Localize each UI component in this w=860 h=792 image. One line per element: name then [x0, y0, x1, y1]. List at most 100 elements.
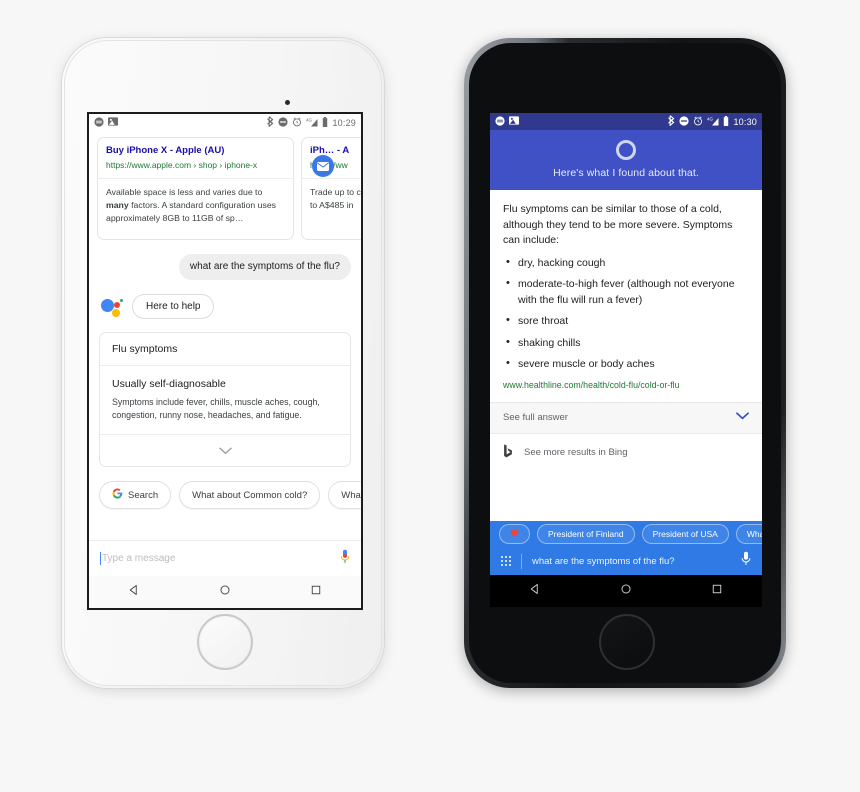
cortana-answer-screen: Here's what I found about that. Flu symp… — [490, 130, 762, 607]
battery-icon — [723, 115, 729, 128]
home-button[interactable] — [197, 614, 253, 670]
list-item: sore throat — [503, 313, 749, 330]
right-status-bar: 4G 10:30 — [490, 113, 762, 130]
see-full-answer-label: See full answer — [503, 412, 568, 423]
do-not-disturb-icon — [278, 116, 289, 129]
chip-president-usa[interactable]: President of USA — [641, 524, 729, 544]
white-iphone-device: 4G 10:29 Buy iPhone X - Apple (AU) https… — [62, 38, 384, 688]
user-message-row: what are the symptoms of the flu? — [89, 240, 361, 280]
svg-text:4G: 4G — [306, 117, 313, 122]
knowledge-panel-heading: Flu symptoms — [100, 333, 350, 366]
left-status-bar: 4G 10:29 — [89, 114, 361, 131]
app-grid-icon[interactable] — [501, 556, 511, 566]
knowledge-panel-text: Symptoms include fever, chills, muscle a… — [112, 397, 320, 420]
microphone-icon[interactable] — [741, 551, 751, 571]
chip-what-ca[interactable]: What ca — [735, 524, 762, 544]
message-input-placeholder[interactable]: Type a message — [102, 553, 340, 564]
status-time: 10:30 — [733, 116, 757, 127]
message-input-bar[interactable]: Type a message — [89, 540, 361, 576]
chip-label: What — [341, 489, 363, 501]
chip-president-finland[interactable]: President of Finland — [537, 524, 635, 544]
back-icon[interactable] — [128, 583, 140, 601]
answer-paragraph: Flu symptoms can be similar to those of … — [503, 203, 733, 246]
recents-icon[interactable] — [310, 583, 322, 601]
battery-icon — [322, 116, 328, 129]
see-more-in-bing-label: See more results in Bing — [524, 447, 628, 458]
chip-what[interactable]: What — [328, 481, 363, 509]
bluetooth-icon — [267, 116, 274, 129]
android-navigation-bar[interactable] — [490, 575, 762, 607]
back-icon[interactable] — [529, 582, 541, 600]
black-iphone-device: 4G 10:30 Here's what I found about that.… — [464, 38, 786, 688]
chip-label: President of Finland — [548, 529, 624, 539]
cortana-header: Here's what I found about that. — [490, 130, 762, 190]
recents-icon[interactable] — [711, 582, 723, 600]
result-header: iPh… - A https://ww — [302, 138, 361, 179]
bluetooth-icon — [668, 115, 675, 128]
chat-icon — [495, 115, 505, 128]
right-phone-screen: 4G 10:30 Here's what I found about that.… — [489, 112, 763, 608]
svg-text:4G: 4G — [707, 116, 714, 121]
alarm-icon — [693, 116, 703, 128]
chip-common-cold[interactable]: What about Common cold? — [179, 481, 321, 509]
knowledge-panel-body: Usually self-diagnosable Symptoms includ… — [100, 366, 350, 435]
bing-logo-icon — [503, 444, 513, 461]
symptom-list: dry, hacking cough moderate-to-high feve… — [503, 255, 749, 373]
search-result-card[interactable]: Buy iPhone X - Apple (AU) https://www.ap… — [97, 137, 294, 240]
google-assistant-logo-icon — [101, 297, 123, 317]
chevron-down-icon — [218, 447, 232, 454]
snippet-post: factors. A standard configuration uses a… — [106, 200, 276, 223]
google-g-icon — [112, 488, 123, 502]
source-link[interactable]: www.healthline.com/health/cold-flu/cold-… — [503, 379, 749, 392]
assistant-reply-row: Here to help — [89, 280, 361, 319]
cortana-input-value[interactable]: what are the symptoms of the flu? — [532, 556, 731, 567]
result-url: https://www.apple.com › shop › iphone-x — [106, 160, 258, 170]
cortana-suggestion-chips[interactable]: President of Finland President of USA Wh… — [490, 521, 762, 547]
see-more-in-bing-row[interactable]: See more results in Bing — [490, 434, 762, 472]
knowledge-panel-subheading: Usually self-diagnosable — [112, 378, 226, 390]
chip-favorites[interactable] — [499, 524, 530, 544]
home-icon[interactable] — [219, 583, 231, 601]
assistant-reply-chip: Here to help — [132, 294, 215, 319]
message-badge-icon — [312, 155, 334, 177]
see-full-answer-row[interactable]: See full answer — [490, 401, 762, 434]
search-results-carousel[interactable]: Buy iPhone X - Apple (AU) https://www.ap… — [89, 131, 361, 240]
signal-4g-icon: 4G — [707, 116, 719, 128]
knowledge-panel-card[interactable]: Flu symptoms Usually self-diagnosable Sy… — [99, 332, 351, 467]
assistant-conversation: Buy iPhone X - Apple (AU) https://www.ap… — [89, 131, 361, 608]
image-icon — [108, 117, 118, 128]
chevron-down-icon[interactable] — [736, 412, 749, 423]
status-time: 10:29 — [332, 117, 356, 128]
home-icon[interactable] — [620, 582, 632, 600]
chip-label: What about Common cold? — [192, 489, 308, 501]
snippet-bold: many — [106, 200, 129, 210]
snippet-pre: Available space is less and varies due t… — [106, 187, 263, 197]
android-navigation-bar[interactable] — [89, 576, 361, 608]
do-not-disturb-icon — [679, 115, 690, 128]
proximity-sensor — [285, 100, 290, 105]
left-phone-screen: 4G 10:29 Buy iPhone X - Apple (AU) https… — [87, 112, 363, 610]
result-title[interactable]: Buy iPhone X - Apple (AU) — [106, 144, 285, 157]
alarm-icon — [292, 117, 302, 129]
image-icon — [509, 116, 519, 127]
chip-label: What ca — [746, 529, 762, 539]
cortana-input-bar[interactable]: what are the symptoms of the flu? — [490, 547, 762, 575]
answer-body: Flu symptoms can be similar to those of … — [490, 190, 762, 392]
list-item: moderate-to-high fever (although not eve… — [503, 276, 749, 308]
list-item: severe muscle or body aches — [503, 356, 749, 373]
input-divider — [521, 553, 522, 569]
suggestion-chips[interactable]: Search What about Common cold? What — [89, 467, 361, 509]
microphone-icon[interactable] — [340, 549, 350, 569]
chip-label: Search — [128, 489, 159, 501]
chip-label: President of USA — [652, 529, 718, 539]
cortana-ring-icon — [616, 140, 636, 160]
expand-card-button[interactable] — [100, 435, 350, 466]
list-item: dry, hacking cough — [503, 255, 749, 272]
search-result-card[interactable]: iPh… - A https://ww Trade up to current … — [301, 137, 361, 240]
text-caret — [100, 552, 101, 565]
cortana-greeting: Here's what I found about that. — [553, 167, 699, 179]
home-button[interactable] — [599, 614, 655, 670]
chip-search[interactable]: Search — [99, 481, 172, 509]
result-snippet: Available space is less and varies due t… — [98, 179, 293, 239]
chat-icon — [94, 116, 104, 129]
